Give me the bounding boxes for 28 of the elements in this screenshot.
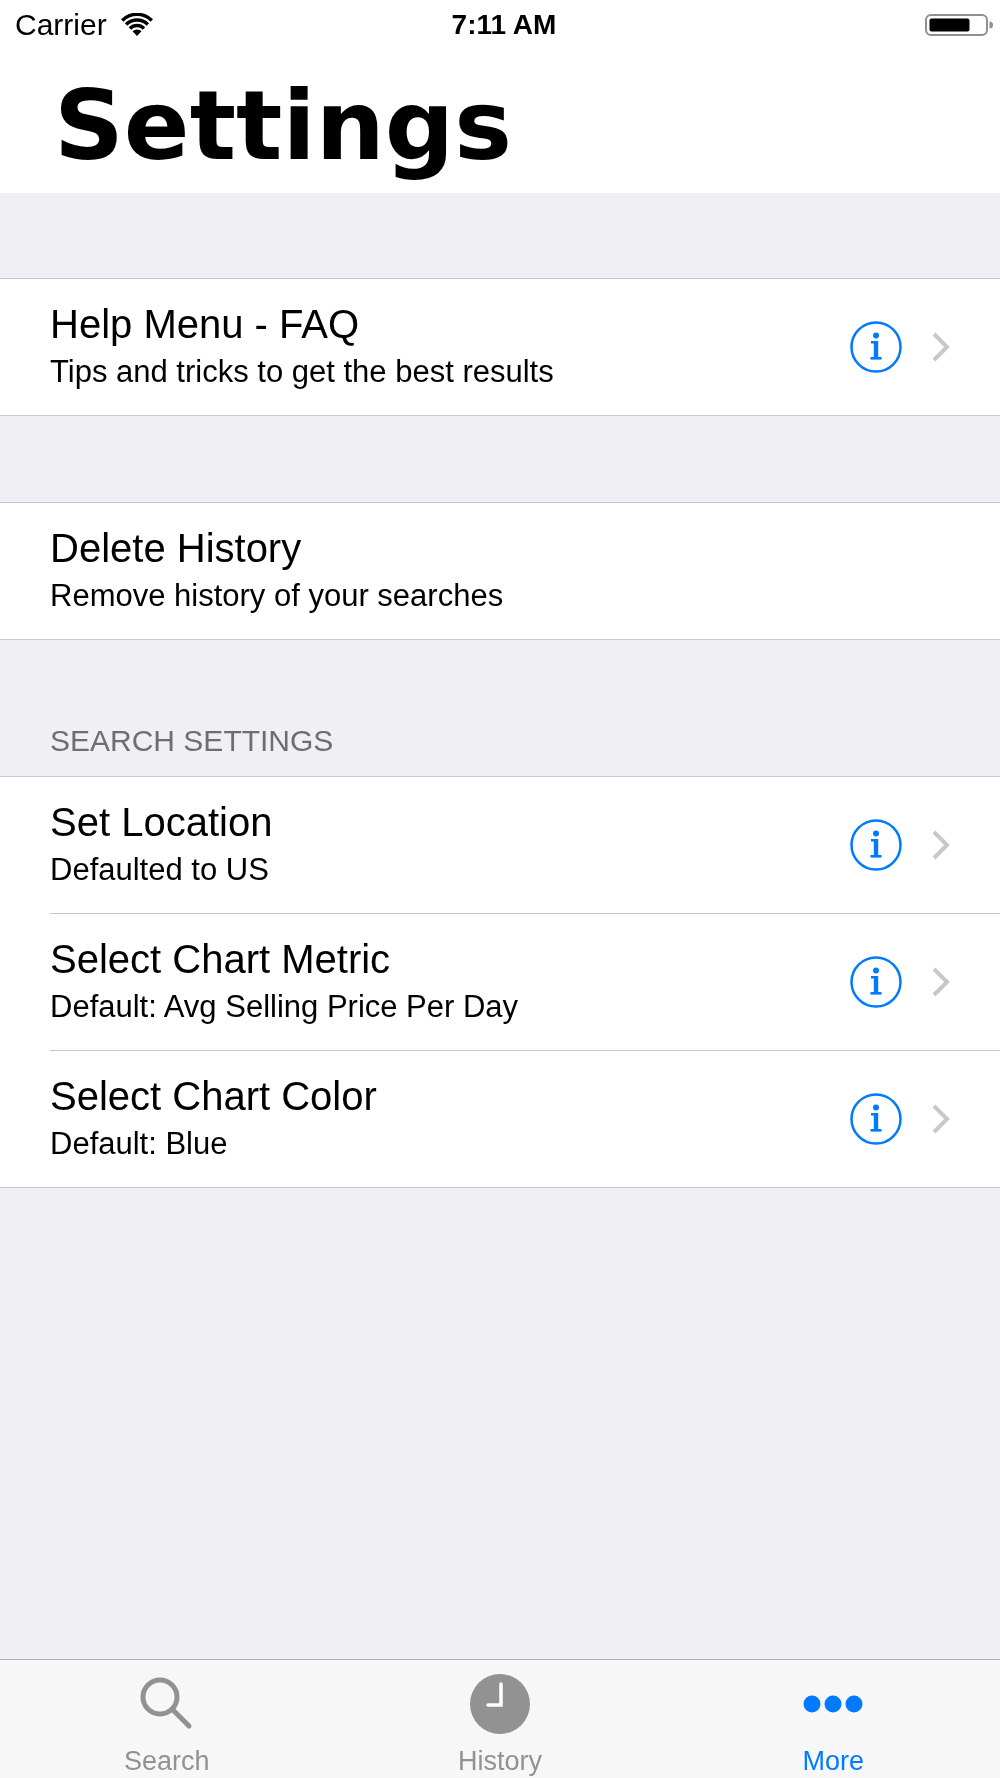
settings-row[interactable]: Select Chart Metric Default: Avg Selling Price Per Day <box>0 914 1000 1050</box>
carrier-label: Carrier <box>15 8 107 42</box>
row-title: Help Menu - FAQ <box>50 301 359 347</box>
battery-icon <box>925 14 993 36</box>
info-icon[interactable] <box>850 956 902 1008</box>
row-title: Set Location <box>50 799 273 845</box>
clock-icon <box>470 1674 530 1734</box>
wifi-icon <box>120 13 153 37</box>
row-subtitle: Remove history of your searches <box>50 579 504 613</box>
info-icon[interactable] <box>850 1093 902 1145</box>
row-subtitle: Defaulted to US <box>50 853 269 887</box>
info-icon[interactable] <box>850 321 902 373</box>
settings-row[interactable]: Select Chart Color Default: Blue <box>0 1051 1000 1187</box>
settings-row[interactable]: Help Menu - FAQ Tips and tricks to get the best results <box>0 279 1000 415</box>
row-title: Delete History <box>50 525 302 571</box>
settings-row[interactable]: Delete History Remove history of your searches <box>0 503 1000 639</box>
row-title: Select Chart Metric <box>50 936 391 982</box>
page-title: Settings <box>54 69 512 182</box>
status-time: 7:11 AM <box>451 8 557 42</box>
row-subtitle: Tips and tricks to get the best results <box>50 355 554 389</box>
ellipsis-icon <box>803 1695 864 1713</box>
tab-button[interactable]: More <box>796 1660 871 1778</box>
row-subtitle: Default: Avg Selling Price Per Day <box>50 990 519 1024</box>
row-subtitle: Default: Blue <box>50 1127 228 1161</box>
settings-row[interactable]: Set Location Defaulted to US <box>0 777 1000 913</box>
info-icon[interactable] <box>850 819 902 871</box>
section-header: SEARCH SETTINGS <box>50 726 334 756</box>
row-title: Select Chart Color <box>50 1073 377 1119</box>
